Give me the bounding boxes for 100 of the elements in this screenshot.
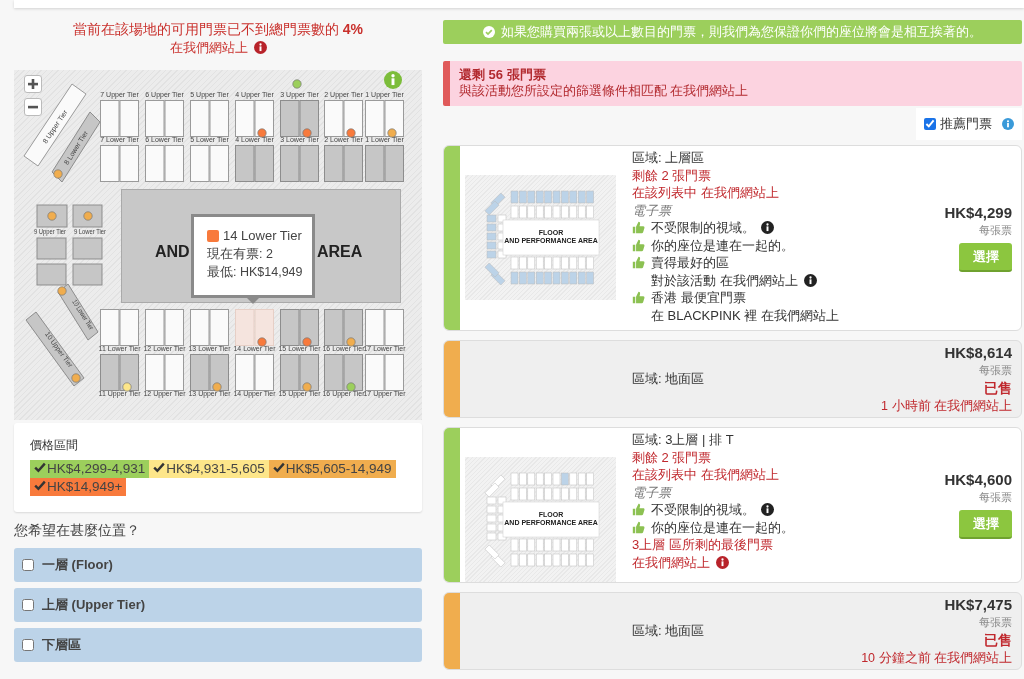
seat-section[interactable]: [365, 100, 404, 137]
price-range-chip[interactable]: HK$4,931-5,605: [149, 460, 269, 478]
tooltip-text: 現在有票: 2: [207, 246, 274, 263]
remaining-text: 剩餘 2 張門票: [632, 166, 713, 184]
seat-section[interactable]: [190, 145, 229, 182]
seat-section[interactable]: [145, 354, 184, 391]
floor-label: AND: [155, 243, 190, 260]
price-text: HK$7,475: [944, 596, 1012, 614]
zone-text: 區域: 地面區: [632, 370, 706, 388]
seat-section[interactable]: [365, 145, 404, 182]
remaining-text: 剩餘 2 張門票: [632, 448, 713, 466]
filter-option[interactable]: 上層 (Upper Tier): [14, 588, 422, 622]
price-range-chip[interactable]: HK$5,605-14,949: [268, 460, 396, 478]
warning-text: 在我們網站上: [169, 39, 248, 57]
recommended-toggle[interactable]: 推薦門票: [916, 108, 1022, 140]
thumbs-up-icon: [632, 503, 645, 516]
seat-section[interactable]: [235, 145, 274, 182]
ticket-type: 電子票: [632, 483, 674, 501]
listing-card[interactable]: 區域: 地面區 HK$7,475 每張票 已售 10 分鐘之前 在我們網站上: [443, 592, 1022, 670]
feature-text: 不受限制的視域。: [651, 219, 755, 237]
filter-option[interactable]: 一層 (Floor): [14, 548, 422, 582]
seat-section[interactable]: [145, 100, 184, 137]
per-ticket-text: 每張票: [979, 615, 1012, 630]
check-icon: [153, 462, 166, 473]
seat-section[interactable]: [100, 354, 139, 391]
floor-label: AREA: [317, 243, 363, 260]
sold-label: 已售: [984, 379, 1012, 398]
filter-option[interactable]: 下層區: [14, 628, 422, 662]
question-text: 您希望在甚麼位置？: [14, 522, 141, 540]
tooltip-title: 14 Lower Tier: [223, 227, 302, 245]
check-icon: [34, 480, 46, 491]
price-text: HK$4,600: [944, 471, 1012, 489]
listing-text: 在該列表中 在我們網站上: [632, 184, 780, 202]
seat-section[interactable]: [280, 100, 319, 137]
listing-card[interactable]: 區域: 地面區 HK$8,614 每張票 已售 1 小時前 在我們網站上: [443, 340, 1022, 418]
seat-section[interactable]: [190, 354, 229, 391]
seat-section[interactable]: [23, 83, 87, 167]
sold-time: 1 小時前 在我們網站上: [881, 398, 1012, 415]
per-ticket-text: 每張票: [979, 490, 1012, 505]
thumbs-up-icon: [632, 221, 645, 234]
zoom-out-button[interactable]: [24, 98, 42, 116]
thumbs-up-icon: [632, 238, 645, 252]
thumbs-up-icon: [632, 520, 645, 534]
checkbox[interactable]: [22, 639, 34, 651]
zoom-in-button[interactable]: [24, 75, 42, 93]
zone-text: 區域: 3上層 | 排 T: [632, 431, 735, 449]
feature-text: 對於該活動 在我們網站上: [651, 271, 798, 289]
seat-section[interactable]: [190, 100, 229, 137]
alert-title: 還剩 56 張門票: [459, 66, 547, 83]
checkbox[interactable]: [924, 118, 936, 130]
check-icon: [34, 462, 46, 473]
listing-text: 在該列表中 在我們網站上: [632, 466, 780, 484]
alert-text: 與該活動您所設定的篩選條件相匹配 在我們網站上: [459, 83, 750, 100]
zone-text: 區域: 地面區: [632, 622, 706, 640]
seat-section[interactable]: [324, 309, 363, 346]
seat-section[interactable]: [365, 354, 404, 391]
zone-text: 區域: 上層區: [632, 149, 706, 167]
feature-text: 在 BLACKPINK 裡 在我們網站上: [651, 306, 839, 324]
seat-section[interactable]: [145, 309, 184, 346]
per-ticket-text: 每張票: [979, 223, 1012, 238]
seat-section[interactable]: [100, 145, 139, 182]
seat-section[interactable]: [235, 100, 274, 137]
thumbs-up-icon: [632, 256, 645, 269]
price-text: HK$4,299: [944, 204, 1012, 222]
notice-text: 在我們網站上: [632, 553, 710, 571]
info-icon: [1002, 118, 1014, 130]
price-text: HK$8,614: [944, 344, 1012, 362]
price-range-chip[interactable]: HK$14,949+: [30, 478, 127, 496]
seat-section[interactable]: [145, 145, 184, 182]
seat-section[interactable]: [100, 100, 139, 137]
feature-text: 你的座位是連在一起的。: [651, 518, 794, 536]
feature-text: 賣得最好的區: [651, 254, 729, 272]
thumbs-up-icon: [632, 291, 645, 304]
seat-section[interactable]: [324, 145, 363, 182]
seat-section[interactable]: [190, 309, 229, 346]
check-icon: [272, 462, 285, 473]
price-range-chip[interactable]: HK$4,299-4,931: [30, 460, 150, 478]
seat-section[interactable]: [365, 309, 404, 346]
seat-section[interactable]: [324, 100, 363, 137]
notice-text: 3上層 區所剩的最後門票: [632, 536, 774, 554]
feature-text: 不受限制的視域。: [651, 501, 755, 519]
seat-section[interactable]: [235, 354, 274, 391]
seat-section[interactable]: [324, 354, 363, 391]
sold-label: 已售: [984, 631, 1012, 650]
sold-time: 10 分鐘之前 在我們網站上: [861, 650, 1012, 667]
info-icon: [716, 555, 729, 569]
ticket-type: 電子票: [632, 201, 674, 219]
seat-section[interactable]: [280, 145, 319, 182]
checkbox[interactable]: [22, 559, 34, 571]
seat-section[interactable]: [280, 309, 319, 346]
seat-section[interactable]: [235, 309, 274, 346]
info-icon[interactable]: [384, 71, 402, 89]
feature-text: 香港 最便宜門票: [651, 289, 746, 307]
warning-text: 當前在該場地的可用門票已不到總門票數的 4%: [72, 20, 364, 38]
checkbox[interactable]: [22, 599, 34, 611]
seat-section[interactable]: [280, 354, 319, 391]
banner-text: 如果您購買兩張或以上數目的門票，則我們為您保證你們的座位將會是相互挨著的。: [501, 23, 982, 41]
seat-section[interactable]: [100, 309, 139, 346]
feature-text: 你的座位是連在一起的。: [651, 236, 794, 254]
plus-icon: [27, 78, 39, 90]
